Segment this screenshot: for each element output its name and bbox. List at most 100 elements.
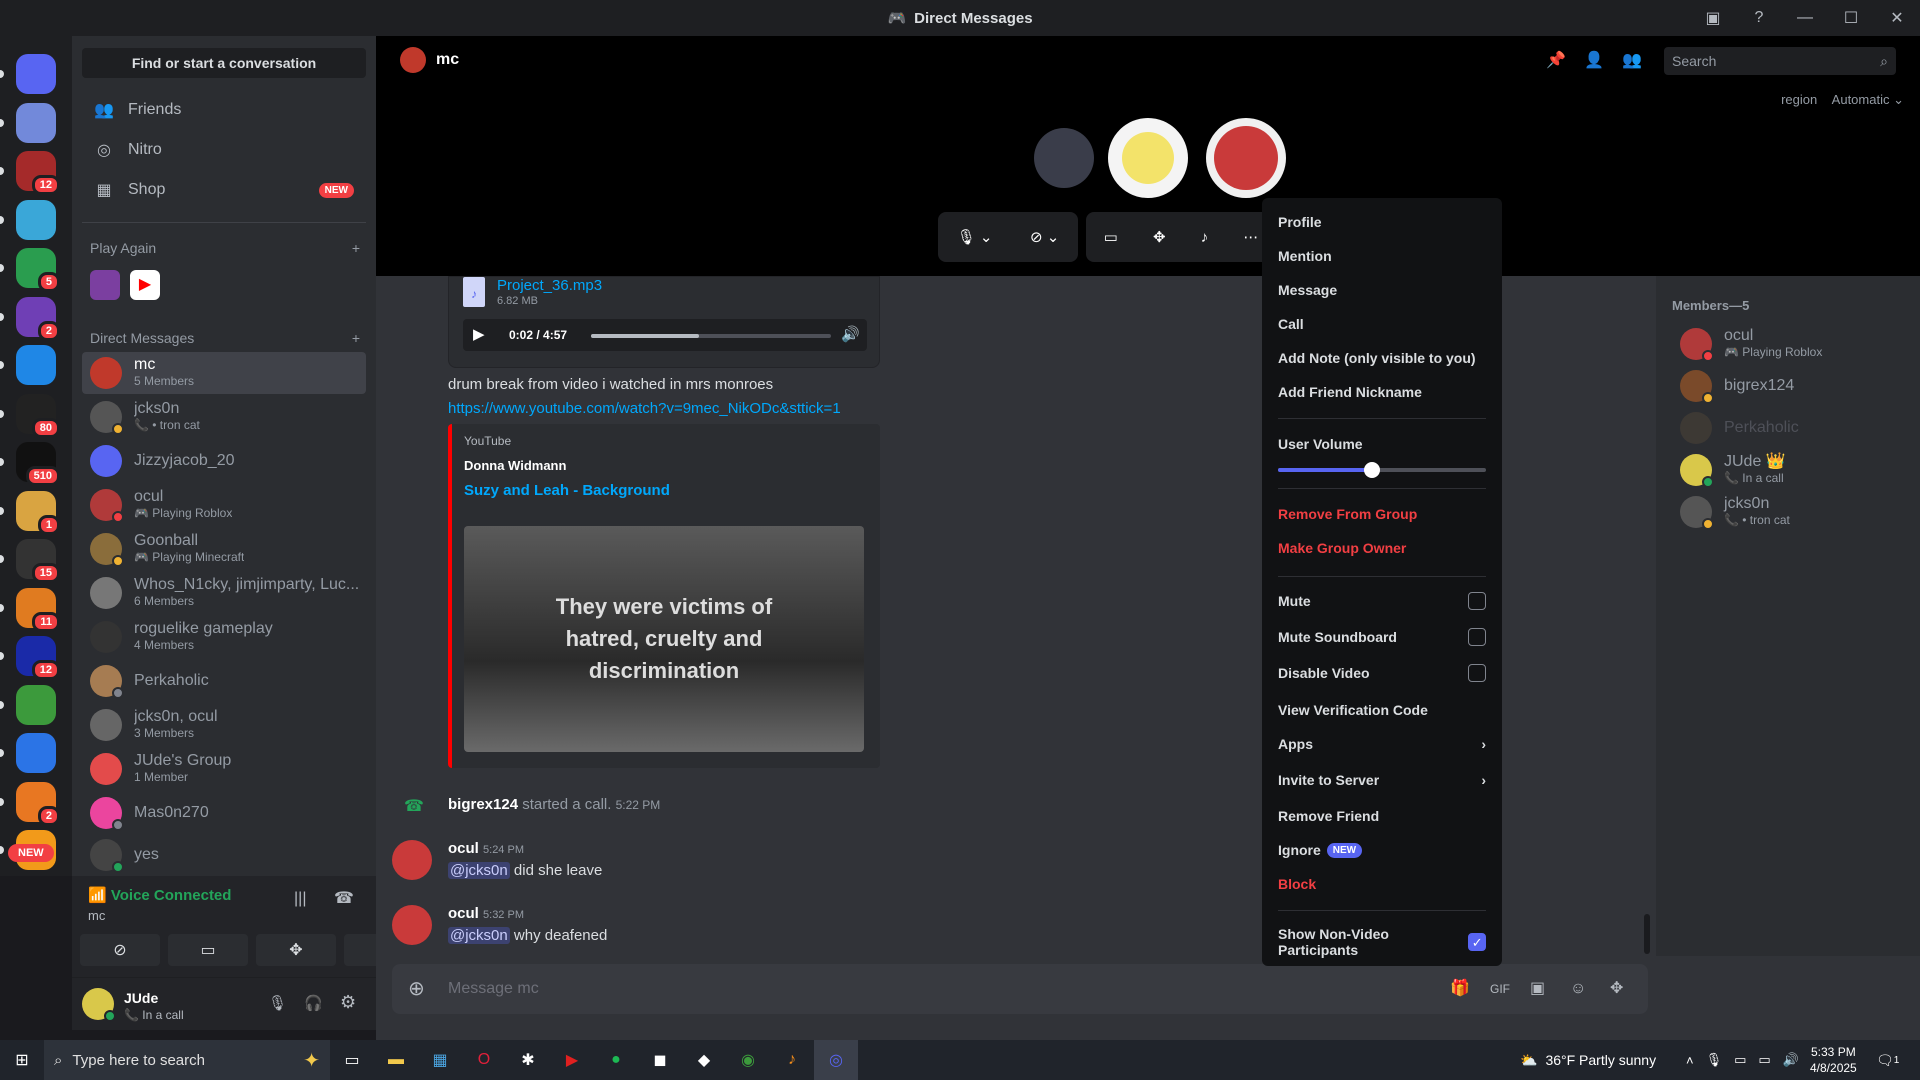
nav-shop[interactable]: ▦ Shop NEW xyxy=(82,172,366,208)
server-icon[interactable]: 1 xyxy=(16,490,60,535)
more-icon[interactable]: ⋯ xyxy=(1243,228,1258,246)
participant-cat[interactable] xyxy=(1024,118,1104,198)
close-button[interactable]: ✕ xyxy=(1874,8,1920,28)
app-icon[interactable]: ✱ xyxy=(506,1040,550,1080)
dm-item[interactable]: Goonball 🎮 Playing Minecraft xyxy=(82,528,366,570)
dm-item[interactable]: Perkaholic xyxy=(82,660,366,702)
dm-item[interactable]: Jizzyjacob_20 xyxy=(82,440,366,482)
dm-item[interactable]: yes xyxy=(82,834,366,876)
dm-item[interactable]: jcks0n, ocul 3 Members xyxy=(82,704,366,746)
apps-icon[interactable]: ✥ xyxy=(1610,964,1623,1014)
minimize-button[interactable]: — xyxy=(1782,9,1828,27)
noise-suppression-icon[interactable]: ||| xyxy=(294,890,306,908)
help-icon[interactable]: ? xyxy=(1736,9,1782,27)
menu-block[interactable]: Block xyxy=(1278,876,1486,892)
dm-item[interactable]: roguelike gameplay 4 Members xyxy=(82,616,366,658)
member-item[interactable]: bigrex124 xyxy=(1680,370,1794,404)
chevron-up-icon[interactable]: ˄ xyxy=(1686,1053,1694,1068)
menu-message[interactable]: Message xyxy=(1278,282,1486,298)
inbox-icon[interactable]: ▣ xyxy=(1690,8,1736,28)
disconnect-icon[interactable]: ☎ xyxy=(334,888,354,908)
server-icon[interactable]: 12 xyxy=(16,151,60,195)
search-input[interactable]: Search ⌕ xyxy=(1664,47,1896,75)
discord-taskbar-icon[interactable]: ◎ xyxy=(814,1040,858,1080)
camera-off-icon[interactable]: ⊘ ⌄ xyxy=(1030,228,1059,246)
gif-icon[interactable]: GIF xyxy=(1490,964,1510,1014)
menu-apps[interactable]: Apps › xyxy=(1278,736,1486,752)
server-icon[interactable]: 11 xyxy=(16,587,60,632)
server-icon[interactable]: 2 xyxy=(16,781,60,826)
server-icon[interactable] xyxy=(16,102,56,143)
menu-make-owner[interactable]: Make Group Owner xyxy=(1278,540,1486,556)
network-icon[interactable]: ▭ xyxy=(1758,1052,1770,1068)
fl-studio-icon[interactable]: ♪ xyxy=(770,1040,814,1080)
mic-icon[interactable]: 🎙 xyxy=(268,994,287,1012)
youtube-icon[interactable]: ▶ xyxy=(130,270,160,300)
attachment-link[interactable]: Project_36.mp3 xyxy=(497,277,602,294)
dm-item[interactable]: mc 5 Members xyxy=(82,352,366,394)
minecraft-icon[interactable]: ◉ xyxy=(726,1040,770,1080)
menu-mention[interactable]: Mention xyxy=(1278,248,1486,264)
menu-disable-video[interactable]: Disable Video xyxy=(1278,664,1486,682)
notification-icon[interactable]: 🗨 1 xyxy=(1876,1040,1899,1080)
server-icon[interactable]: 510 xyxy=(16,442,60,486)
member-item[interactable]: jcks0n 📞 • tron cat xyxy=(1680,496,1790,530)
attach-icon[interactable]: ⊕ xyxy=(408,964,425,1014)
participant-ocul[interactable] xyxy=(1206,118,1286,198)
region-selector[interactable]: region Automatic ⌄ xyxy=(1781,92,1904,108)
game-icon[interactable]: ◆ xyxy=(682,1040,726,1080)
opera-icon[interactable]: O xyxy=(462,1040,506,1080)
settings-icon[interactable]: ⚙ xyxy=(340,992,356,1013)
store-icon[interactable]: ▦ xyxy=(418,1040,462,1080)
menu-invite-to-server[interactable]: Invite to Server › xyxy=(1278,772,1486,788)
mic-icon[interactable]: 🎙 ⌄ xyxy=(957,228,993,246)
server-icon[interactable]: 2 xyxy=(16,296,60,341)
voice-connected-label[interactable]: 📶 Voice Connected xyxy=(88,886,231,904)
menu-call[interactable]: Call xyxy=(1278,316,1486,332)
camera-icon[interactable]: ▭ xyxy=(1734,1052,1746,1068)
windows-start-icon[interactable]: ⊞ xyxy=(0,1040,44,1080)
menu-mute[interactable]: Mute xyxy=(1278,592,1486,610)
find-conversation-button[interactable]: Find or start a conversation xyxy=(82,48,366,78)
menu-remove-from-group[interactable]: Remove From Group xyxy=(1278,506,1486,522)
members-icon[interactable]: 👥 xyxy=(1622,50,1642,70)
dm-item[interactable]: ocul 🎮 Playing Roblox xyxy=(82,484,366,526)
non-video-checkbox[interactable]: ✓ xyxy=(1468,933,1486,951)
server-icon[interactable]: 80 xyxy=(16,393,60,438)
menu-ignore[interactable]: Ignore NEW xyxy=(1278,842,1486,858)
taskbar-search[interactable]: ⌕ Type here to search ✦ xyxy=(44,1040,330,1080)
menu-verification-code[interactable]: View Verification Code xyxy=(1278,702,1486,718)
menu-add-nickname[interactable]: Add Friend Nickname xyxy=(1278,384,1486,400)
server-icon[interactable] xyxy=(16,345,56,385)
server-icon[interactable] xyxy=(16,199,56,240)
volume-slider[interactable] xyxy=(1278,462,1486,478)
embed-title[interactable]: Suzy and Leah - Background xyxy=(464,482,670,499)
media-icon[interactable]: ▶ xyxy=(550,1040,594,1080)
soundboard-icon[interactable]: ♪ xyxy=(1201,229,1209,246)
participant-glasses[interactable] xyxy=(1108,118,1188,198)
call-of-duty-icon[interactable]: ◼ xyxy=(638,1040,682,1080)
volume-handle[interactable] xyxy=(1363,462,1380,478)
clock[interactable]: 5:33 PM 4/8/2025 xyxy=(1810,1044,1857,1076)
weather-widget[interactable]: ⛅ 36°F Partly sunny xyxy=(1520,1040,1656,1080)
sticker-icon[interactable]: ▣ xyxy=(1530,964,1545,1014)
spotify-icon[interactable]: ● xyxy=(594,1040,638,1080)
server-icon[interactable] xyxy=(16,684,56,725)
speaker-icon[interactable]: 🔊 xyxy=(1783,1052,1799,1068)
menu-add-note[interactable]: Add Note (only visible to you) xyxy=(1278,350,1486,366)
nav-nitro[interactable]: ◎ Nitro xyxy=(82,132,366,168)
message-input[interactable]: ⊕ Message mc 🎁 GIF ▣ ☺ ✥ xyxy=(392,964,1648,1014)
game-icon-1[interactable] xyxy=(90,270,120,300)
add-icon[interactable]: + xyxy=(352,240,360,256)
avatar[interactable] xyxy=(392,905,432,945)
server-icon[interactable]: 12 xyxy=(16,636,60,680)
member-item[interactable]: Perkaholic xyxy=(1680,412,1799,444)
dm-item[interactable]: jcks0n 📞 • tron cat xyxy=(82,396,366,438)
screen-share-icon[interactable]: ▭ xyxy=(1104,228,1118,246)
nav-friends[interactable]: 👥 Friends xyxy=(82,92,366,128)
dm-item[interactable]: Mas0n270 xyxy=(82,792,366,834)
menu-show-non-video[interactable]: Show Non-Video Participants ✓ xyxy=(1278,926,1486,958)
gift-icon[interactable]: 🎁 xyxy=(1450,964,1470,1014)
add-friends-icon[interactable]: 👤 xyxy=(1584,50,1604,70)
volume-icon[interactable]: 🔊 xyxy=(841,325,860,343)
